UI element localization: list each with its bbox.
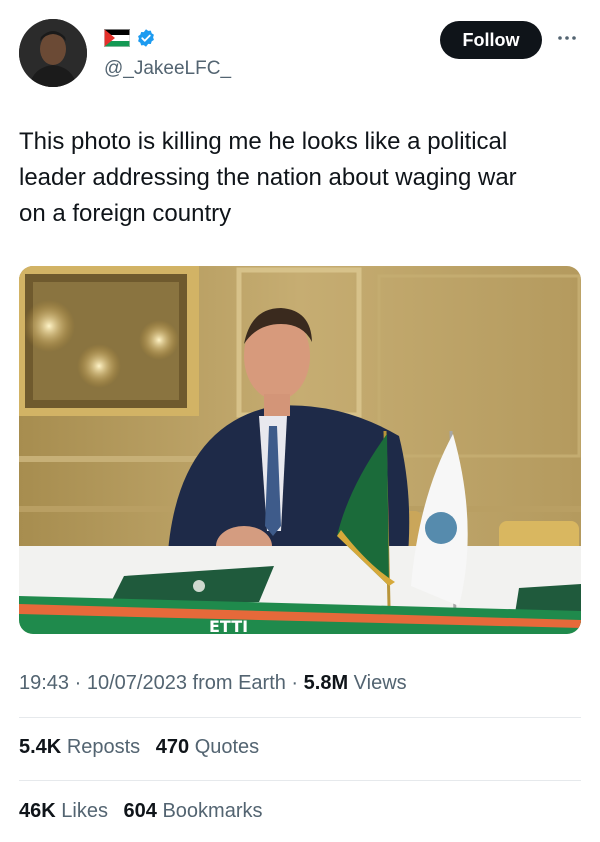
tweet-photo[interactable]: ETTI bbox=[19, 266, 581, 634]
user-handle[interactable]: @_JakeeLFC_ bbox=[104, 58, 231, 80]
more-options-icon[interactable] bbox=[555, 30, 579, 46]
quotes-stat[interactable]: 470 Quotes bbox=[156, 736, 259, 759]
tweet-time[interactable]: 19:43 bbox=[19, 672, 69, 694]
reposts-stat[interactable]: 5.4K Reposts bbox=[19, 736, 140, 759]
views-count: 5.8M bbox=[303, 672, 349, 694]
verified-badge-icon bbox=[138, 29, 154, 47]
tweet-text-line: on a foreign country bbox=[19, 200, 232, 227]
bookmarks-label: Bookmarks bbox=[162, 800, 263, 822]
tweet-text: This photo is killing me he looks like a… bbox=[19, 124, 579, 232]
likes-stat[interactable]: 46K Likes bbox=[19, 800, 108, 823]
meta-separator: · bbox=[69, 672, 87, 694]
scarf-text: ETTI bbox=[209, 617, 248, 634]
quotes-count: 470 bbox=[155, 736, 190, 758]
likes-label: Likes bbox=[61, 800, 108, 822]
reposts-label: Reposts bbox=[66, 736, 141, 758]
tweet-text-line: This photo is killing me he looks like a… bbox=[19, 128, 508, 155]
divider bbox=[19, 717, 581, 718]
avatar[interactable] bbox=[19, 19, 87, 87]
palestine-flag-icon bbox=[104, 29, 130, 47]
engagement-row-2: 46K Likes 604 Bookmarks bbox=[19, 800, 273, 823]
engagement-row-1: 5.4K Reposts 470 Quotes bbox=[19, 736, 269, 759]
divider bbox=[19, 780, 581, 781]
tweet-date[interactable]: 10/07/2023 bbox=[87, 672, 187, 694]
quotes-label: Quotes bbox=[194, 736, 260, 758]
tweet-text-line: leader addressing the nation about wagin… bbox=[19, 164, 517, 191]
tweet-meta: 19:43 · 10/07/2023 from Earth · 5.8M Vie… bbox=[19, 672, 407, 695]
meta-separator: · bbox=[285, 672, 304, 694]
follow-button[interactable]: Follow bbox=[440, 21, 542, 59]
likes-count: 46K bbox=[19, 800, 56, 822]
bookmarks-count: 604 bbox=[123, 800, 157, 822]
bookmarks-stat[interactable]: 604 Bookmarks bbox=[124, 800, 263, 823]
views-label: Views bbox=[348, 672, 407, 694]
reposts-count: 5.4K bbox=[19, 736, 62, 758]
tweet-source: from Earth bbox=[186, 672, 286, 694]
